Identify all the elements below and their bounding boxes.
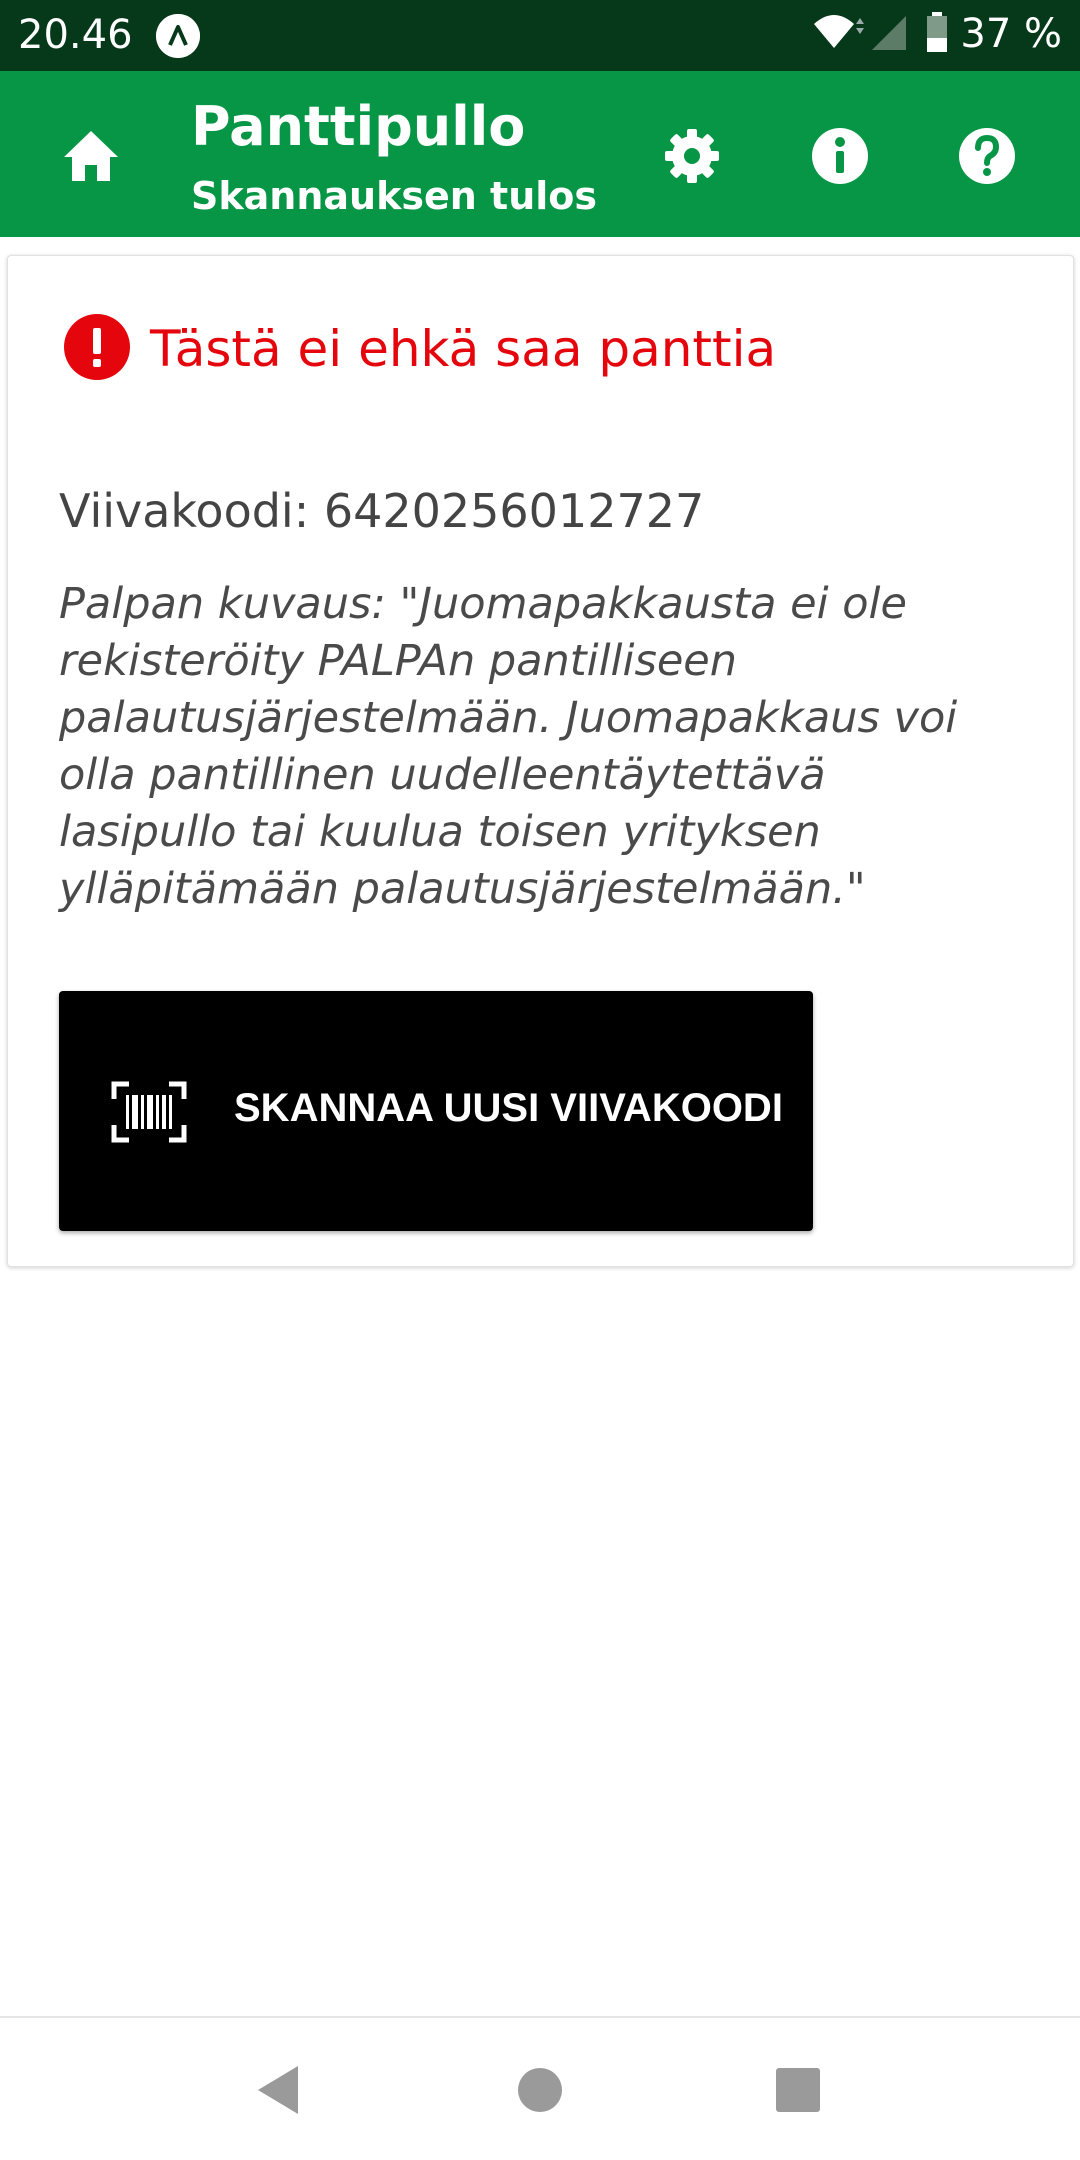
app-title: Panttipullo (191, 95, 526, 158)
home-circle-icon[interactable] (510, 2060, 570, 2120)
status-bar: 20.46 37 % (0, 0, 1080, 71)
palpa-description: Palpan kuvaus: "Juomapakkausta ei ole re… (59, 579, 958, 914)
back-icon[interactable] (250, 2060, 310, 2120)
navigation-bar (0, 2018, 1080, 2160)
signal-icon (868, 10, 912, 58)
help-icon[interactable] (952, 121, 1022, 191)
screen: 20.46 37 % Panttipullo Skannauksen tulos… (0, 0, 1080, 2160)
app-bar: Panttipullo Skannauksen tulos (0, 71, 1080, 237)
result-card: Tästä ei ehkä saa panttia Viivakoodi: 64… (7, 255, 1074, 1267)
error-icon (64, 314, 130, 384)
gear-icon[interactable] (657, 121, 727, 191)
status-indicators: 37 % (810, 10, 1062, 58)
status-time: 20.46 (18, 12, 133, 58)
home-icon[interactable] (56, 121, 126, 191)
app-subtitle: Skannauksen tulos (191, 174, 597, 218)
barcode-scan-icon (111, 1081, 187, 1143)
scan-button-label: SKANNAA UUSI VIIVAKOODI (234, 1086, 783, 1130)
wifi-icon (810, 10, 868, 58)
recents-icon[interactable] (768, 2060, 828, 2120)
warning-row: Tästä ei ehkä saa panttia (64, 314, 776, 384)
warning-title: Tästä ei ehkä saa panttia (150, 320, 777, 378)
info-icon[interactable] (805, 121, 875, 191)
battery-percent: 37 % (960, 11, 1062, 57)
scan-new-barcode-button[interactable]: SKANNAA UUSI VIIVAKOODI (59, 991, 813, 1231)
app-notification-icon (156, 14, 200, 58)
battery-icon (926, 10, 948, 58)
barcode-text: Viivakoodi: 6420256012727 (59, 484, 705, 538)
